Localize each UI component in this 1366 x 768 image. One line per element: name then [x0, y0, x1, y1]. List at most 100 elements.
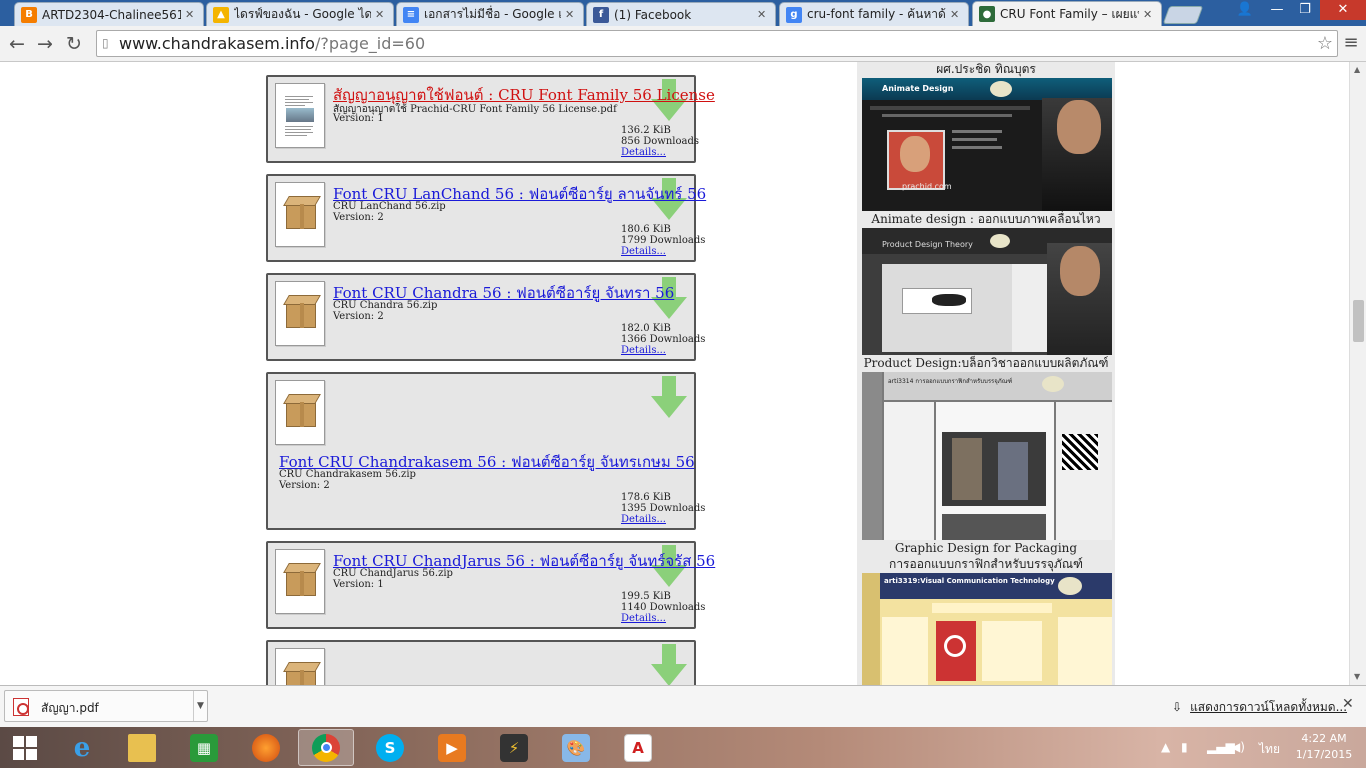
sidebar-caption: Animate design : ออกแบบภาพเคลื่อนไหว	[871, 212, 1101, 226]
chrome-icon[interactable]	[298, 729, 354, 766]
banner-title: Animate Design	[882, 84, 954, 93]
image-caption: prachid.com	[902, 182, 952, 191]
file-explorer-icon[interactable]	[114, 729, 170, 766]
start-button[interactable]	[0, 729, 50, 766]
download-arrow-icon[interactable]	[651, 376, 687, 418]
windows-taskbar: e ▦ S ▶ ⚡ 🎨 A ▲ ▮ ▂▄▆ ◀) ไทย 4:22 AM 1/1…	[0, 727, 1366, 768]
blogger-icon: B	[21, 6, 37, 23]
download-version: Version: 2	[333, 212, 384, 223]
pdf-thumbnail	[275, 83, 325, 148]
visual-communication-banner[interactable]: arti3319:Visual Communication Technology	[862, 573, 1112, 685]
product-design-banner[interactable]: Product Design Theory	[862, 228, 1112, 355]
show-all-label: แสดงการดาวน์โหลดทั้งหมด...	[1190, 700, 1348, 714]
site-favicon-icon: ●	[979, 6, 995, 22]
battery-icon[interactable]: ▮	[1181, 740, 1188, 754]
zip-thumbnail	[275, 549, 325, 614]
download-size: 182.0 KiB	[621, 323, 671, 334]
details-link[interactable]: Details...	[621, 147, 666, 158]
vertical-scrollbar[interactable]: ▲ ▼	[1349, 62, 1366, 685]
tab-blogger[interactable]: B ARTD2304-Chalinee561130 ✕	[14, 2, 204, 26]
language-indicator[interactable]: ไทย	[1259, 740, 1280, 759]
download-shelf: สัญญา.pdf ▼ ⇩ แสดงการดาวน์โหลดทั้งหมด... …	[0, 685, 1366, 727]
close-window-button[interactable]: ✕	[1320, 0, 1366, 20]
paint-icon[interactable]: 🎨	[548, 729, 604, 766]
download-filename: CRU LanChand 56.zip	[333, 201, 446, 212]
close-icon[interactable]: ✕	[950, 8, 962, 21]
chevron-up-icon[interactable]: ▲	[1161, 740, 1170, 754]
download-shelf-item[interactable]: สัญญา.pdf ▼	[4, 690, 208, 722]
download-version: Version: 2	[279, 480, 330, 491]
download-item	[266, 640, 696, 685]
download-item: Font CRU LanChand 56 : ฟอนต์ซีอาร์ยู ลาน…	[266, 174, 706, 262]
address-bar[interactable]: ▯ www.chandrakasem.info/?page_id=60 ☆	[96, 30, 1338, 57]
scroll-thumb[interactable]	[1353, 300, 1364, 342]
windows-logo-icon	[13, 735, 37, 760]
banner-title: arti3319:Visual Communication Technology	[884, 577, 1055, 585]
package-icon	[286, 570, 316, 596]
qr-code-icon	[1062, 434, 1098, 470]
tab-google-search[interactable]: g cru-font family - ค้นหาด้วย Google ✕	[779, 2, 969, 26]
back-icon[interactable]: ←	[4, 31, 30, 57]
zip-thumbnail	[275, 182, 325, 247]
close-icon[interactable]: ✕	[757, 8, 769, 21]
internet-explorer-icon[interactable]: e	[54, 729, 110, 766]
media-player-icon[interactable]: ▶	[424, 729, 480, 766]
zip-thumbnail	[275, 380, 325, 445]
skype-icon[interactable]: S	[362, 729, 418, 766]
scroll-up-icon[interactable]: ▲	[1354, 65, 1360, 74]
tab-facebook[interactable]: f (1) Facebook ✕	[586, 2, 776, 26]
tab-google-docs[interactable]: ≡ เอกสารไม่มีชื่อ - Google เอกสาร ✕	[396, 2, 584, 26]
firefox-icon[interactable]	[238, 729, 294, 766]
new-tab-button[interactable]	[1162, 6, 1204, 24]
volume-icon[interactable]: ◀)	[1231, 740, 1245, 754]
details-link[interactable]: Details...	[621, 246, 666, 257]
tab-google-drive[interactable]: ▲ ไดรฟ์ของฉัน - Google ไดรฟ์ ✕	[206, 2, 394, 26]
forward-icon[interactable]: →	[32, 31, 58, 57]
download-count: 856 Downloads	[621, 136, 700, 147]
show-all-downloads-link[interactable]: ⇩ แสดงการดาวน์โหลดทั้งหมด...	[1172, 698, 1347, 717]
store-icon[interactable]: ▦	[176, 729, 232, 766]
banner-title: arti3314 การออกแบบกราฟิกสำหรับบรรจุภัณฑ์	[888, 378, 1013, 385]
tab-cru-font-family[interactable]: ● CRU Font Family – เผยแพร่ ✕	[972, 1, 1162, 26]
packaging-design-banner[interactable]: arti3314 การออกแบบกราฟิกสำหรับบรรจุภัณฑ์	[862, 372, 1112, 540]
google-docs-icon: ≡	[403, 6, 419, 23]
menu-icon[interactable]: ≡	[1340, 32, 1362, 56]
details-link[interactable]: Details...	[621, 345, 666, 356]
acrobat-icon[interactable]: A	[610, 729, 666, 766]
bookmark-star-icon[interactable]: ☆	[1317, 31, 1333, 56]
user-icon[interactable]: 👤	[1230, 0, 1260, 20]
winamp-icon[interactable]: ⚡	[486, 729, 542, 766]
download-filename: CRU ChandJarus 56.zip	[333, 568, 453, 579]
browser-toolbar: ← → ↻ ▯ www.chandrakasem.info/?page_id=6…	[0, 26, 1366, 62]
chevron-down-icon[interactable]: ▼	[193, 691, 207, 721]
close-icon[interactable]: ✕	[375, 8, 387, 21]
download-count: 1140 Downloads	[621, 602, 706, 613]
close-download-bar-button[interactable]: ✕	[1342, 696, 1354, 712]
close-icon[interactable]: ✕	[185, 8, 197, 21]
download-filename: CRU Chandra 56.zip	[333, 300, 438, 311]
pdf-file-icon	[13, 698, 29, 716]
animate-design-banner[interactable]: Animate Design prachid.com	[862, 78, 1112, 211]
download-size: 199.5 KiB	[621, 591, 671, 602]
download-item: Font CRU ChandJarus 56 : ฟอนต์ซีอาร์ยู จ…	[266, 541, 715, 629]
download-size: 136.2 KiB	[621, 125, 671, 136]
scroll-down-icon[interactable]: ▼	[1354, 672, 1360, 681]
reload-icon[interactable]: ↻	[61, 31, 87, 57]
details-link[interactable]: Details...	[621, 514, 666, 525]
restore-button[interactable]: ❐	[1290, 0, 1320, 20]
minimize-button[interactable]: —	[1262, 0, 1292, 20]
url-host: www.chandrakasem.info	[119, 34, 315, 53]
download-count: 1799 Downloads	[621, 235, 706, 246]
google-search-icon: g	[786, 6, 802, 23]
package-icon	[286, 302, 316, 328]
clock[interactable]: 4:22 AM 1/17/2015	[1292, 731, 1356, 763]
details-link[interactable]: Details...	[621, 613, 666, 624]
zip-thumbnail	[275, 281, 325, 346]
downloaded-filename: สัญญา.pdf	[41, 701, 99, 715]
download-arrow-icon[interactable]	[651, 644, 687, 685]
sidebar-caption: Graphic Design for Packaging	[894, 541, 1078, 555]
download-filename: CRU Chandrakasem 56.zip	[279, 469, 416, 480]
tab-label: เอกสารไม่มีชื่อ - Google เอกสาร	[424, 7, 561, 21]
close-icon[interactable]: ✕	[1143, 8, 1155, 21]
close-icon[interactable]: ✕	[565, 8, 577, 21]
